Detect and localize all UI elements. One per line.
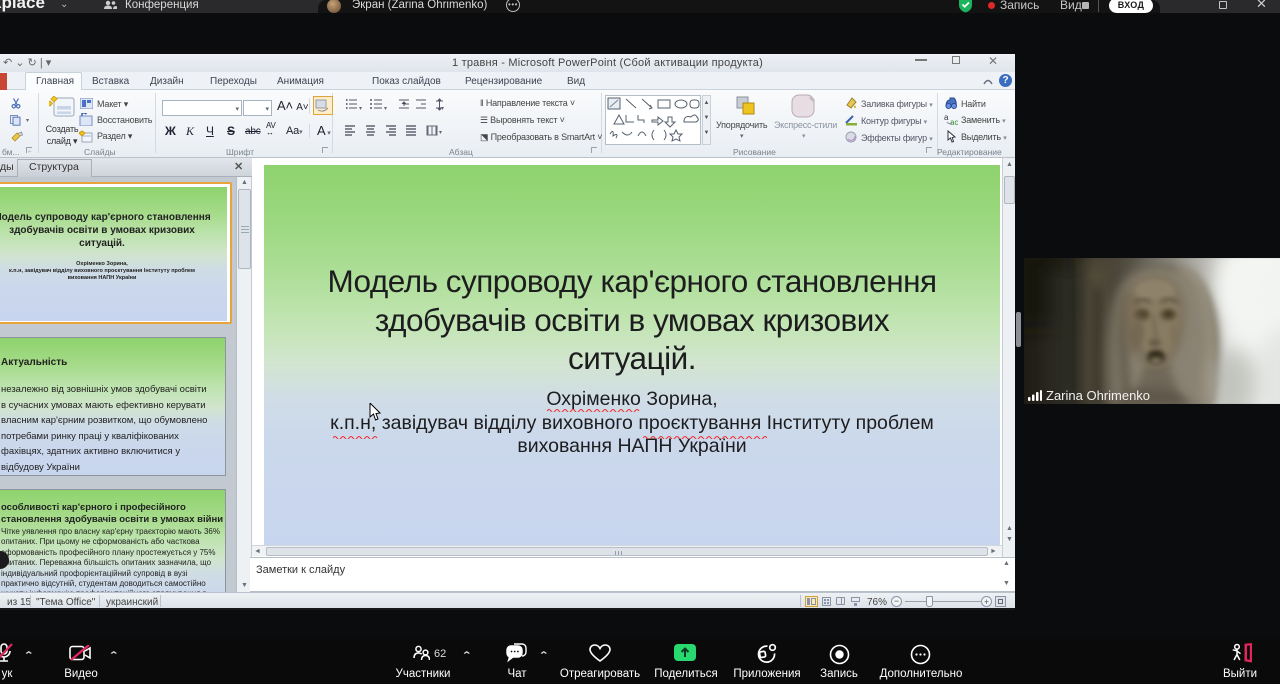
- svg-text:▾: ▾: [359, 106, 362, 111]
- svg-text:▾: ▾: [439, 130, 442, 136]
- svg-text:▾: ▾: [384, 106, 387, 111]
- svg-text:a: a: [944, 113, 949, 122]
- svg-text:▾: ▾: [441, 106, 444, 111]
- svg-text:ac: ac: [950, 118, 958, 126]
